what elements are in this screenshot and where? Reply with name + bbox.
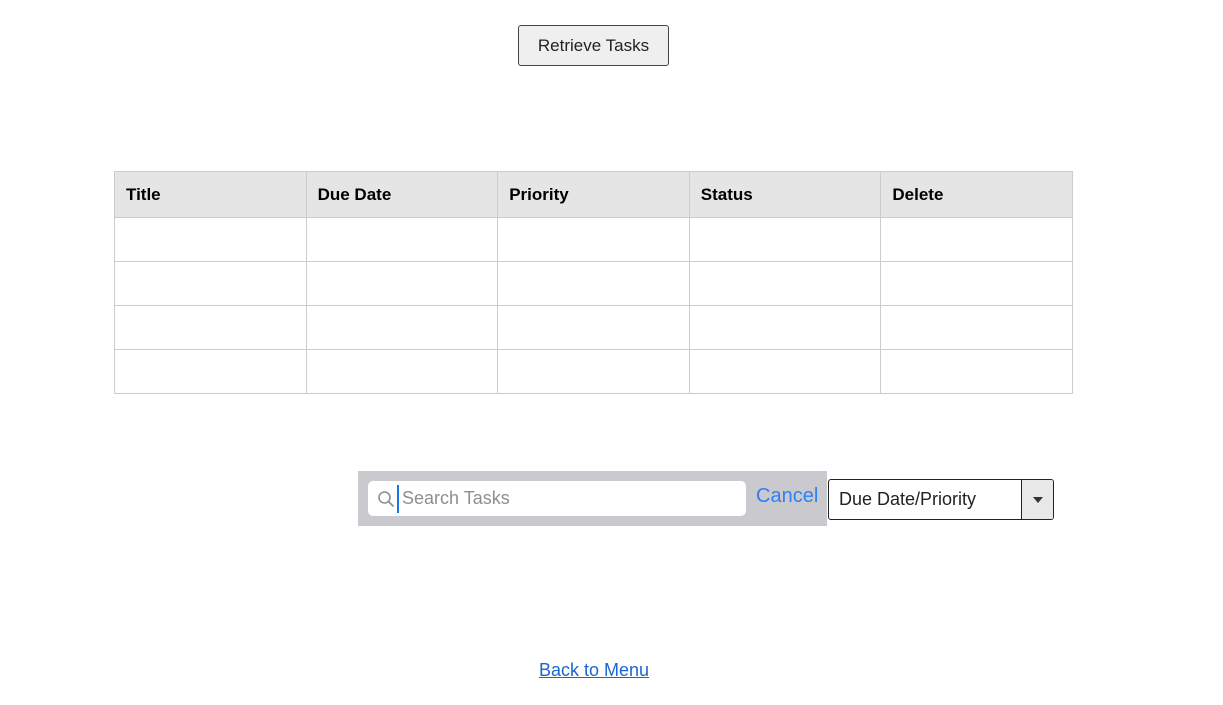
table-row <box>114 305 1073 350</box>
table-cell <box>305 217 499 262</box>
search-icon <box>375 488 397 510</box>
search-field[interactable] <box>368 481 746 516</box>
table-cell <box>880 217 1073 262</box>
table-cell <box>305 305 499 350</box>
table-row <box>114 349 1073 394</box>
back-to-menu-link[interactable]: Back to Menu <box>539 660 649 681</box>
tasks-table: Title Due Date Priority Status Delete <box>114 171 1073 394</box>
table-cell <box>114 305 307 350</box>
table-cell <box>305 349 499 394</box>
table-cell <box>305 261 499 306</box>
sort-selected-value: Due Date/Priority <box>839 489 977 509</box>
search-input[interactable] <box>397 484 732 513</box>
cancel-button[interactable]: Cancel <box>756 485 818 508</box>
column-header-priority: Priority <box>497 171 690 218</box>
table-cell <box>497 349 690 394</box>
table-cell <box>688 261 882 306</box>
retrieve-tasks-button[interactable]: Retrieve Tasks <box>518 25 669 66</box>
table-cell <box>688 349 882 394</box>
column-header-status: Status <box>688 171 882 218</box>
sort-select[interactable]: Due Date/Priority <box>828 479 1054 520</box>
table-cell <box>688 305 882 350</box>
column-header-due-date: Due Date <box>305 171 499 218</box>
table-cell <box>880 349 1073 394</box>
search-bar: Cancel <box>358 471 827 526</box>
table-header-row: Title Due Date Priority Status Delete <box>114 171 1073 218</box>
table-row <box>114 217 1073 262</box>
table-row <box>114 261 1073 306</box>
caret-down-icon[interactable] <box>1021 480 1053 519</box>
table-cell <box>114 217 307 262</box>
table-cell <box>880 305 1073 350</box>
table-cell <box>114 261 307 306</box>
table-cell <box>688 217 882 262</box>
table-cell <box>114 349 307 394</box>
table-cell <box>880 261 1073 306</box>
table-cell <box>497 217 690 262</box>
column-header-delete: Delete <box>880 171 1073 218</box>
column-header-title: Title <box>114 171 307 218</box>
table-cell <box>497 305 690 350</box>
table-cell <box>497 261 690 306</box>
